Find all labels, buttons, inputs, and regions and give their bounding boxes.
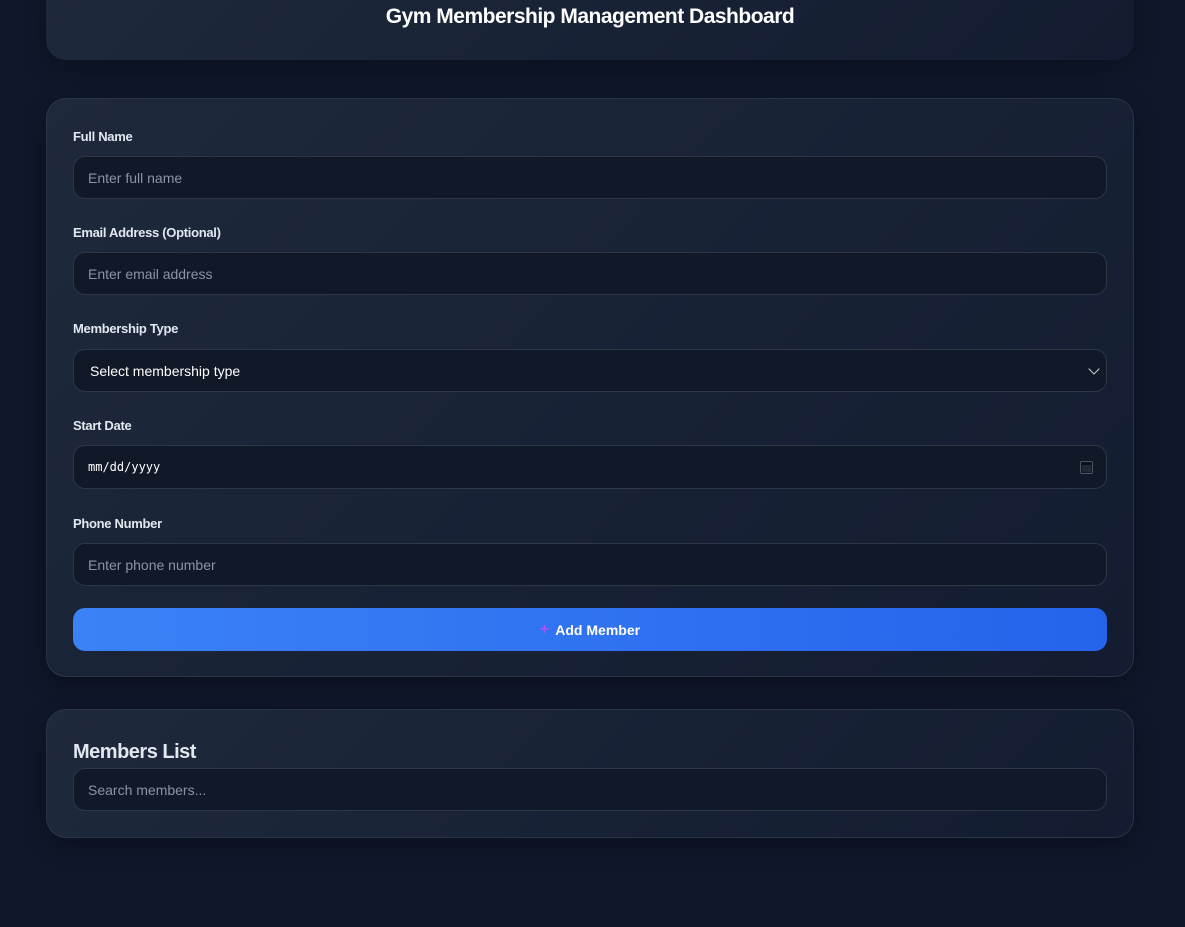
email-label: Email Address (Optional) — [73, 225, 221, 240]
add-member-form: Full Name Email Address (Optional) Membe… — [46, 98, 1134, 677]
start-date-input[interactable]: mm/dd/yyyy — [73, 445, 1107, 489]
page-title: Gym Membership Management Dashboard — [385, 5, 795, 28]
phone-input[interactable] — [73, 543, 1107, 586]
membership-type-label: Membership Type — [73, 321, 179, 336]
members-list-card: Members List — [46, 709, 1134, 838]
start-date-value: mm/dd/yyyy — [88, 460, 161, 474]
start-date-label: Start Date — [73, 418, 132, 433]
full-name-input[interactable] — [73, 156, 1107, 199]
header-card: Gym Membership Management Dashboard — [46, 0, 1134, 60]
plus-icon: + — [539, 620, 550, 638]
full-name-label: Full Name — [73, 129, 133, 144]
add-member-button[interactable]: + Add Member — [73, 608, 1107, 651]
chevron-down-icon — [1088, 362, 1100, 375]
membership-type-select[interactable]: Select membership type — [73, 349, 1107, 392]
calendar-icon[interactable] — [1081, 461, 1092, 473]
membership-type-selected-value: Select membership type — [90, 362, 241, 379]
search-members-input[interactable] — [73, 768, 1107, 811]
members-list-title: Members List — [73, 741, 196, 763]
email-input[interactable] — [73, 252, 1107, 295]
phone-label: Phone Number — [73, 516, 162, 531]
add-member-label: Add Member — [555, 621, 641, 638]
